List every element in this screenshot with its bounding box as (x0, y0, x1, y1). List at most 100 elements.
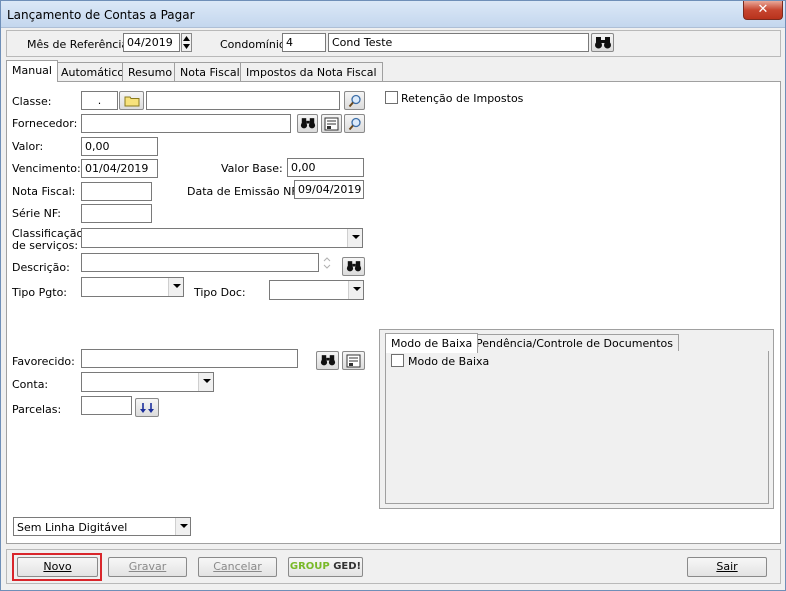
spin-arrows-icon (183, 36, 190, 49)
group-ged-button[interactable]: GROUP GED! (288, 557, 363, 577)
tab-impostos-nota-fiscal[interactable]: Impostos da Nota Fiscal (240, 62, 383, 81)
parcelas-label: Parcelas: (12, 403, 62, 416)
magnifier-icon (348, 94, 361, 108)
favorecido-label: Favorecido: (12, 355, 75, 368)
fornecedor-lookup-button[interactable] (344, 114, 365, 133)
parcelas-input[interactable] (81, 396, 132, 415)
modo-baixa-checkbox-label: Modo de Baixa (408, 355, 490, 368)
folder-icon (124, 96, 139, 107)
vencimento-label: Vencimento: (12, 162, 81, 175)
tab-manual-label: Manual (12, 64, 52, 77)
condominio-name-value: Cond Teste (332, 36, 393, 49)
classe-code-value: . (97, 94, 102, 107)
double-arrow-down-icon (140, 403, 154, 413)
group-ged-logo-part2: GED! (333, 561, 362, 572)
classe-description-input[interactable] (146, 91, 340, 110)
window-title: Lançamento de Contas a Pagar (7, 8, 195, 22)
subtab-modo-baixa[interactable]: Modo de Baixa (385, 333, 479, 353)
tipo-doc-label: Tipo Doc: (194, 286, 246, 299)
condominio-label: Condomínio: (220, 38, 290, 51)
tab-nota-fiscal[interactable]: Nota Fiscal (174, 62, 246, 81)
data-emissao-input[interactable]: 09/04/2019 (294, 180, 364, 199)
mes-referencia-label: Mês de Referência: (27, 38, 132, 51)
nota-fiscal-label: Nota Fiscal: (12, 185, 76, 198)
tab-resumo[interactable]: Resumo (122, 62, 179, 81)
vencimento-input[interactable]: 01/04/2019 (81, 159, 158, 178)
modo-baixa-tab-panel (385, 351, 769, 504)
classe-folder-button[interactable] (119, 91, 144, 110)
cancelar-button-label: Cancelar (213, 560, 262, 573)
mes-spin-button[interactable] (181, 33, 192, 52)
classificacao-servicos-select[interactable] (81, 228, 363, 248)
fornecedor-label: Fornecedor: (12, 117, 78, 130)
data-emissao-value: 09/04/2019 (298, 183, 362, 196)
conta-label: Conta: (12, 378, 49, 391)
classe-code-input[interactable]: . (81, 91, 118, 110)
descricao-input[interactable] (81, 253, 319, 272)
sair-button[interactable]: Sair (687, 557, 767, 577)
favorecido-search-button[interactable] (316, 351, 339, 370)
fornecedor-input[interactable] (81, 114, 291, 133)
linha-digitavel-select[interactable]: Sem Linha Digitável (13, 517, 191, 536)
valor-base-input[interactable]: 0,00 (287, 158, 364, 177)
chevron-down-icon (347, 229, 362, 247)
tab-manual[interactable]: Manual (6, 60, 58, 82)
condominio-code-value: 4 (286, 36, 293, 49)
binoculars-icon (594, 37, 611, 49)
gravar-button[interactable]: Gravar (108, 557, 187, 577)
condominio-search-button[interactable] (591, 33, 614, 52)
fornecedor-search-button[interactable] (297, 114, 318, 133)
favorecido-register-button[interactable] (342, 351, 365, 370)
chevron-down-icon (198, 373, 213, 391)
condominio-code-input[interactable]: 4 (282, 33, 326, 52)
tab-automatico[interactable]: Automático (55, 62, 131, 81)
retencao-impostos-label: Retenção de Impostos (401, 92, 524, 105)
nota-fiscal-input[interactable] (81, 182, 152, 201)
binoculars-icon (300, 118, 315, 129)
binoculars-icon (320, 355, 335, 366)
tipo-pgto-select[interactable] (81, 277, 184, 297)
tipo-doc-select[interactable] (269, 280, 364, 300)
chevron-down-icon (175, 518, 190, 535)
gravar-button-label: Gravar (128, 560, 167, 573)
linha-digitavel-value: Sem Linha Digitável (17, 521, 128, 534)
condominio-name-input[interactable]: Cond Teste (328, 33, 589, 52)
valor-base-label: Valor Base: (221, 162, 283, 175)
descricao-label: Descrição: (12, 261, 70, 274)
modo-baixa-checkbox[interactable] (391, 354, 404, 367)
valor-value: 0,00 (85, 140, 110, 153)
group-ged-logo-part1: GROUP (289, 561, 330, 572)
cancelar-button[interactable]: Cancelar (198, 557, 277, 577)
sair-button-label: Sair (716, 560, 738, 573)
close-icon: ✕ (757, 2, 769, 17)
favorecido-input[interactable] (81, 349, 298, 368)
mes-referencia-value: 04/2019 (127, 36, 173, 49)
register-form-icon (324, 117, 339, 131)
chevron-down-icon (168, 278, 183, 296)
serie-nf-input[interactable] (81, 204, 152, 223)
conta-select[interactable] (81, 372, 214, 392)
novo-button[interactable]: Novo (17, 557, 98, 577)
serie-nf-label: Série NF: (12, 207, 62, 220)
vencimento-value: 01/04/2019 (85, 162, 149, 175)
magnifier-icon (348, 117, 361, 131)
mes-referencia-input[interactable]: 04/2019 (123, 33, 180, 52)
descricao-spin[interactable] (321, 253, 333, 273)
register-form-icon (346, 354, 361, 368)
binoculars-icon (346, 261, 361, 272)
tipo-pgto-label: Tipo Pgto: (12, 286, 68, 299)
classificacao-label-line2: de serviços: (12, 239, 79, 252)
descricao-search-button[interactable] (342, 257, 365, 276)
parcelas-generate-button[interactable] (135, 398, 159, 417)
tab-nota-fiscal-label: Nota Fiscal (180, 66, 240, 79)
classe-lookup-button[interactable] (344, 91, 365, 110)
title-bar: Lançamento de Contas a Pagar ✕ (1, 1, 785, 28)
classe-label: Classe: (12, 95, 52, 108)
valor-input[interactable]: 0,00 (81, 137, 158, 156)
retencao-impostos-checkbox[interactable] (385, 91, 398, 104)
tab-resumo-label: Resumo (128, 66, 173, 79)
fornecedor-register-button[interactable] (321, 114, 342, 133)
spin-arrows-icon (323, 257, 331, 269)
subtab-pendencia[interactable]: Pendência/Controle de Documentos (470, 334, 679, 352)
close-button[interactable]: ✕ (743, 1, 783, 20)
